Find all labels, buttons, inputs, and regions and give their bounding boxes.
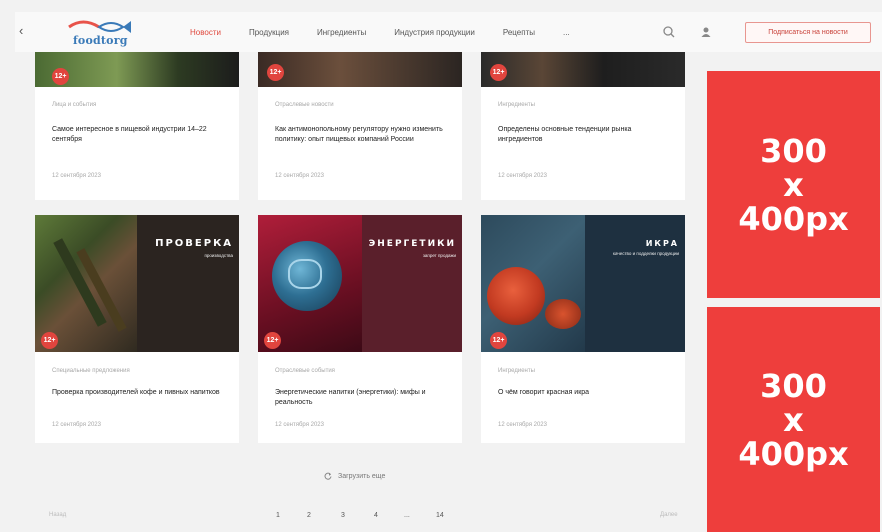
card-category[interactable]: Отраслевые события: [275, 368, 335, 374]
chevron-left-icon[interactable]: ‹: [19, 23, 23, 38]
card-title[interactable]: О чём говорит красная икра: [498, 388, 671, 398]
show-more-button[interactable]: Загрузить еще: [324, 472, 385, 480]
card-category[interactable]: Лица и события: [52, 102, 96, 108]
image-subheading: качество и подделки продукции: [612, 251, 679, 256]
ad-banner[interactable]: 300 x 400px: [707, 71, 880, 298]
card-image: ИКРА качество и подделки продукции: [481, 215, 685, 352]
pagination-page[interactable]: 4: [374, 512, 378, 519]
card-category[interactable]: Ингредиенты: [498, 368, 535, 374]
card-title[interactable]: Определены основные тенденции рынка ингр…: [498, 125, 671, 145]
image-subheading: запрет продажи: [422, 253, 456, 258]
news-card[interactable]: 12+ Ингредиенты Определены основные тенд…: [481, 52, 685, 200]
ad-text-line: x: [783, 400, 804, 439]
nav-item-news[interactable]: Новости: [190, 28, 221, 37]
image-subheading: производства: [204, 253, 233, 258]
card-category[interactable]: Специальные предложения: [52, 368, 130, 374]
show-more-label: Загрузить еще: [338, 472, 386, 480]
card-image: ЭНЕРГЕТИКИ запрет продажи: [258, 215, 462, 352]
logo-text: foodtorg: [73, 34, 128, 47]
news-card[interactable]: 12+ Лица и события Самое интересное в пи…: [35, 52, 239, 200]
search-icon[interactable]: [662, 25, 676, 39]
nav-item-recipes[interactable]: Рецепты: [503, 28, 535, 37]
news-card[interactable]: 12+ Отраслевые новости Как антимонопольн…: [258, 52, 462, 200]
age-badge: 12+: [490, 64, 507, 81]
pagination-page[interactable]: 1: [276, 512, 280, 519]
card-date: 12 сентября 2023: [52, 173, 101, 179]
card-title[interactable]: Проверка производителей кофе и пивных на…: [52, 388, 225, 398]
age-badge: 12+: [52, 68, 69, 85]
age-badge: 12+: [267, 64, 284, 81]
image-heading: ПРОВЕРКА: [155, 238, 233, 249]
pagination-page[interactable]: 2: [307, 512, 311, 519]
ad-banner[interactable]: 300 x 400px: [707, 307, 880, 532]
age-badge: 12+: [490, 332, 507, 349]
card-date: 12 сентября 2023: [498, 173, 547, 179]
news-card[interactable]: ЭНЕРГЕТИКИ запрет продажи 12+ Отраслевые…: [258, 215, 462, 443]
age-badge: 12+: [264, 332, 281, 349]
card-title[interactable]: Как антимонопольному регулятору нужно из…: [275, 125, 448, 145]
card-image: ПРОВЕРКА производства: [35, 215, 239, 352]
ad-text-line: 300: [760, 131, 827, 170]
card-image: [481, 52, 685, 87]
main-nav: Новости Продукция Ингредиенты Индустрия …: [190, 12, 598, 52]
card-title[interactable]: Энергетические напитки (энергетики): миф…: [275, 388, 448, 408]
subscribe-button[interactable]: Подписаться на новости: [745, 22, 871, 43]
ad-text-line: 400px: [738, 199, 849, 238]
pagination-next[interactable]: Далее: [660, 512, 678, 518]
ad-text-line: x: [783, 165, 804, 204]
nav-item-ingredients[interactable]: Ингредиенты: [317, 28, 366, 37]
card-date: 12 сентября 2023: [275, 173, 324, 179]
card-date: 12 сентября 2023: [498, 422, 547, 428]
card-category[interactable]: Ингредиенты: [498, 102, 535, 108]
user-icon[interactable]: [699, 25, 713, 39]
news-card[interactable]: ПРОВЕРКА производства 12+ Специальные пр…: [35, 215, 239, 443]
pagination-prev[interactable]: Назад: [49, 512, 66, 518]
nav-item-industry[interactable]: Индустрия продукции: [394, 28, 475, 37]
refresh-icon: [324, 472, 332, 480]
news-card[interactable]: ИКРА качество и подделки продукции 12+ И…: [481, 215, 685, 443]
image-heading: ИКРА: [645, 239, 679, 248]
pagination-page[interactable]: 3: [341, 512, 345, 519]
ad-text-line: 300: [760, 366, 827, 405]
card-date: 12 сентября 2023: [275, 422, 324, 428]
ad-text-line: 400px: [738, 434, 849, 473]
nav-item-products[interactable]: Продукция: [249, 28, 289, 37]
age-badge: 12+: [41, 332, 58, 349]
card-category[interactable]: Отраслевые новости: [275, 102, 334, 108]
pagination-page[interactable]: 14: [436, 512, 444, 519]
card-date: 12 сентября 2023: [52, 422, 101, 428]
nav-item-more[interactable]: ...: [563, 28, 570, 37]
card-title[interactable]: Самое интересное в пищевой индустрии 14–…: [52, 125, 225, 145]
site-logo[interactable]: foodtorg: [59, 15, 159, 49]
site-header: ‹ foodtorg Новости Продукция Ингредиенты…: [15, 12, 882, 52]
card-image: [258, 52, 462, 87]
pagination-ellipsis: ...: [404, 512, 410, 519]
image-heading: ЭНЕРГЕТИКИ: [368, 239, 456, 249]
